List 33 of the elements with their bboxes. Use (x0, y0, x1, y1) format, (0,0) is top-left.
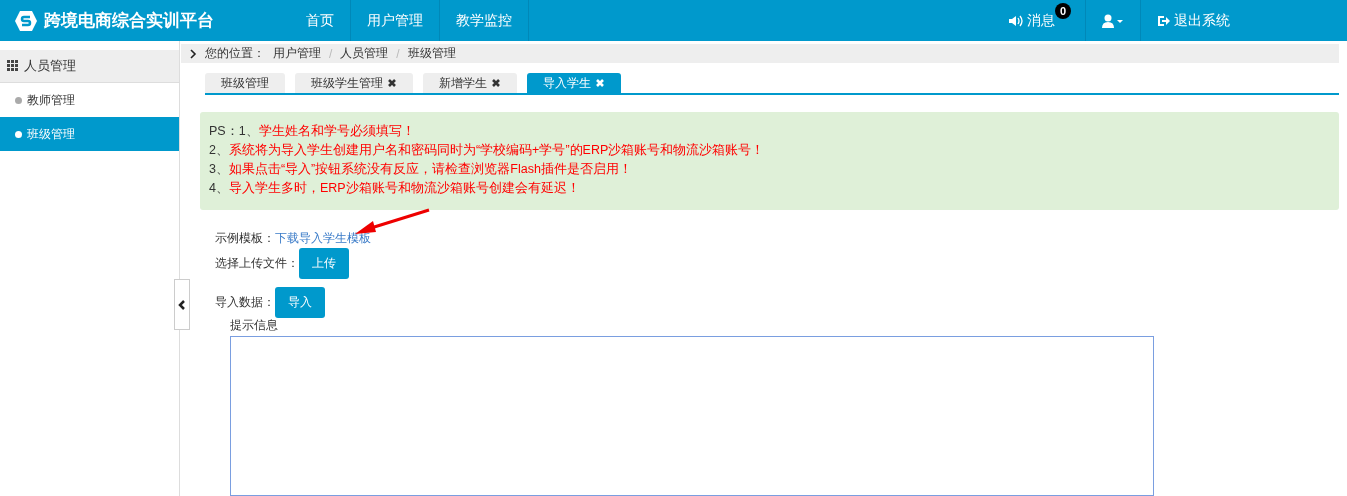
breadcrumb-label: 您的位置： (205, 45, 265, 63)
chevron-icon (189, 48, 197, 59)
notice-line: 3、如果点击“导入”按钮系统没有反应，请检查浏览器Flash插件是否启用！ (209, 161, 633, 178)
sidebar-section-header[interactable]: 人员管理 (0, 50, 179, 83)
field-label: 提示信息 (230, 317, 279, 334)
collapse-button[interactable] (174, 279, 190, 330)
logout-icon (1157, 14, 1170, 27)
grid-icon (7, 60, 19, 72)
breadcrumb-separator: / (329, 46, 333, 61)
field-label: 选择上传文件： (215, 254, 299, 272)
close-icon[interactable] (491, 78, 501, 89)
tab[interactable]: 新增学生 (423, 73, 517, 93)
user-icon (1102, 13, 1124, 28)
app-title: 跨境电商综合实训平台 (44, 9, 214, 32)
sidebar-item[interactable]: 教师管理 (0, 83, 179, 117)
close-icon[interactable] (387, 78, 397, 89)
messages-button[interactable]: 消息 0 (993, 0, 1085, 41)
notice-line: 2、系统将为导入学生创建用户名和密码同时为“学校编码+学号”的ERP沙箱账号和物流沙箱账号！ (209, 142, 766, 159)
notice-line: PS：1、学生姓名和学号必须填写！ (209, 123, 416, 140)
field-label: 示例模板： (215, 229, 275, 247)
message-count-badge: 0 (1055, 3, 1071, 19)
tab[interactable]: 班级管理 (205, 73, 285, 93)
speaker-icon (1009, 14, 1023, 27)
breadcrumb-link[interactable]: 班级管理 (407, 45, 456, 63)
template-download-link[interactable]: 下载导入学生模板 (275, 229, 371, 247)
logo-icon (14, 8, 38, 33)
breadcrumb-link[interactable]: 用户管理 (273, 45, 321, 63)
field-label: 导入数据： (215, 293, 275, 311)
breadcrumb-separator: / (396, 46, 400, 61)
chevron-left-icon (178, 299, 186, 310)
breadcrumb-link[interactable]: 人员管理 (340, 45, 389, 63)
tab[interactable]: 班级学生管理 (295, 73, 413, 93)
notice-line: 4、导入学生多时，ERP沙箱账号和物流沙箱账号创建会有延迟！ (209, 180, 581, 197)
